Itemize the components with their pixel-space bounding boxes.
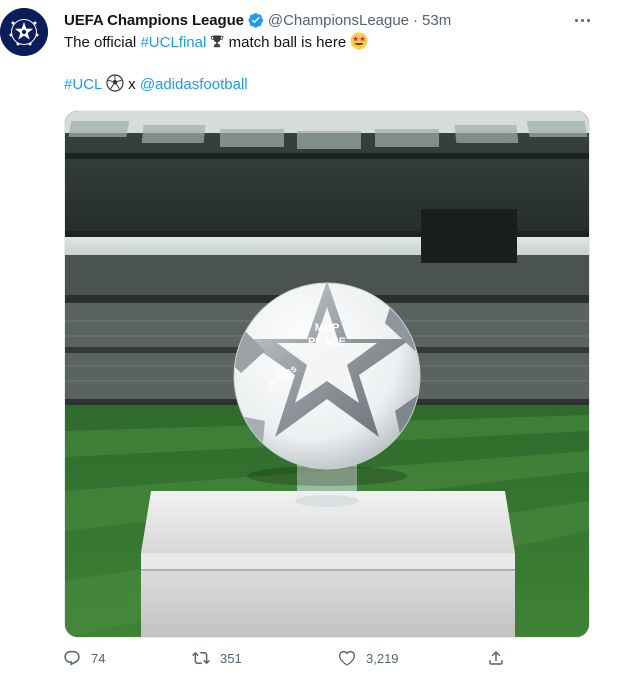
mention-adidasfootball[interactable]: @adidasfootball (140, 76, 248, 93)
tweet-text-x: x (123, 76, 140, 93)
tweet-text-line-2: #UCL x @adidasfootball (64, 74, 248, 95)
reply-count: 74 (91, 650, 106, 666)
author-handle[interactable]: @ChampionsLeague (268, 12, 409, 29)
verified-badge-icon (248, 12, 264, 28)
hashtag-ucl[interactable]: #UCL (64, 76, 102, 93)
tweet-card[interactable]: UEFA Champions League @ChampionsLeague ·… (0, 0, 611, 674)
tweet-actions: 74 351 3,219 (63, 648, 513, 668)
reply-icon (64, 650, 80, 666)
tweet-text-middle: match ball is here (224, 34, 347, 51)
hashtag-uclfinal[interactable]: #UCLfinal (140, 34, 206, 51)
separator-dot: · (413, 11, 419, 29)
tweet-time[interactable]: 53m (422, 12, 451, 29)
page: UEFA Champions League @ChampionsLeague ·… (0, 0, 631, 674)
star-struck-emoji-icon (350, 32, 368, 50)
retweet-count: 351 (220, 650, 242, 666)
retweet-icon (192, 651, 210, 665)
ball-text-mir: МИР (315, 322, 339, 334)
soccer-ball-emoji-icon (106, 74, 124, 92)
reply-button[interactable]: 74 (63, 648, 105, 668)
like-button[interactable]: 3,219 (338, 648, 399, 668)
author-name[interactable]: UEFA Champions League (64, 12, 244, 29)
share-icon (489, 650, 503, 665)
right-gutter (610, 0, 631, 674)
tweet-text-line-1: The official #UCLfinal match ball is her… (64, 32, 368, 53)
ucl-logo-icon (0, 8, 48, 56)
ball-text-peace: PEACE (308, 336, 346, 348)
avatar[interactable] (0, 8, 48, 56)
tweet-photo[interactable]: МИР PEACE adidas (64, 110, 590, 638)
match-ball-photo: МИР PEACE adidas (65, 111, 589, 637)
trophy-emoji-icon (211, 35, 224, 48)
share-button[interactable] (487, 648, 505, 668)
like-count: 3,219 (366, 650, 399, 666)
more-icon[interactable] (570, 10, 594, 30)
retweet-button[interactable]: 351 (192, 648, 242, 668)
tweet-header: UEFA Champions League @ChampionsLeague ·… (64, 10, 594, 30)
like-icon (338, 650, 356, 666)
tweet-text-prefix: The official (64, 34, 141, 51)
